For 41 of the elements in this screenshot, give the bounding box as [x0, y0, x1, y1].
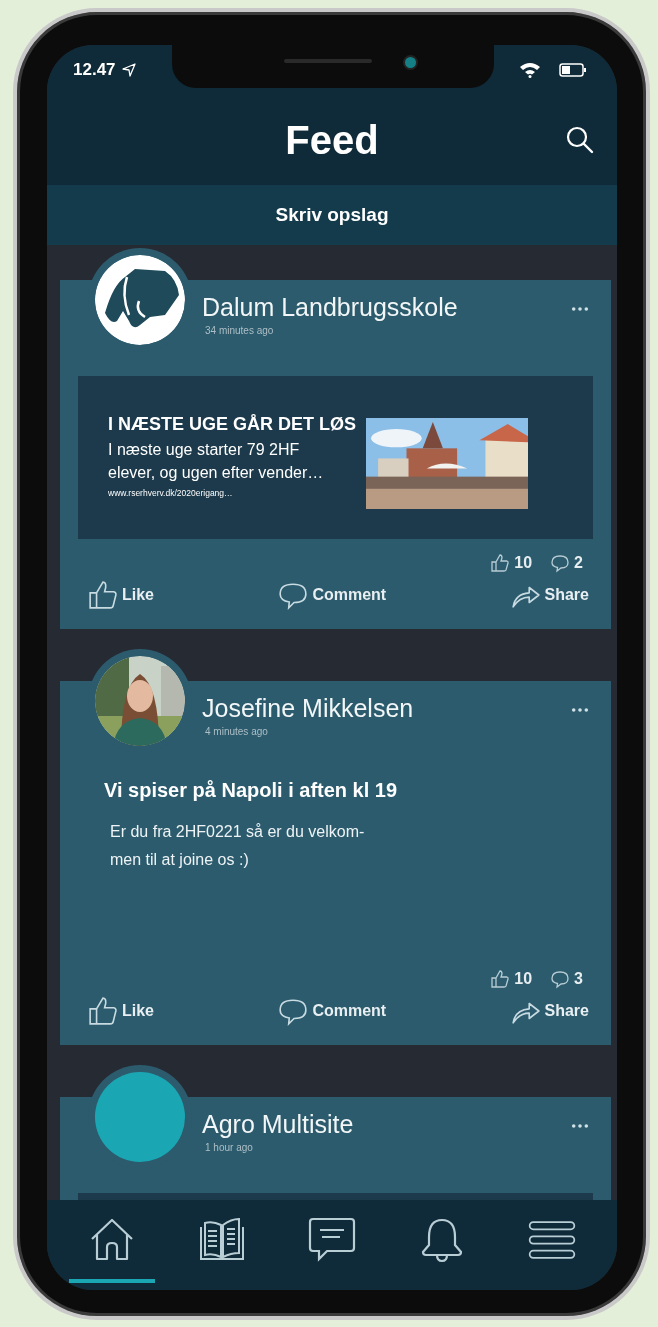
- like-count: 10: [514, 554, 533, 572]
- animal-logo-icon: [95, 255, 185, 345]
- link-summary: I næste uge starter 79 2HF elever, og ugen efter vender…: [108, 440, 324, 483]
- like-count: 10: [514, 970, 533, 988]
- write-post-button[interactable]: Skriv opslag: [47, 185, 617, 245]
- more-icon[interactable]: [571, 306, 589, 312]
- page-title: Feed: [285, 117, 379, 163]
- share-button[interactable]: Share: [510, 996, 589, 1026]
- speech-bubble-icon: [278, 996, 309, 1026]
- author-name: Dalum Landbrugsskole: [202, 292, 458, 322]
- speech-bubble-icon: [550, 553, 571, 573]
- comment-count: 2: [574, 554, 583, 572]
- thumbs-up-icon: [88, 580, 118, 610]
- author-name: Agro Multisite: [202, 1109, 354, 1139]
- speech-bubble-icon: [550, 969, 571, 989]
- post-time: 1 hour ago: [205, 1142, 253, 1153]
- link-title: I NÆSTE UGE GÅR DET LØS: [108, 414, 357, 435]
- author-name: Josefine Mikkelsen: [202, 693, 414, 723]
- post-time: 34 minutes ago: [205, 325, 274, 336]
- comment-count: 3: [574, 970, 583, 988]
- like-button[interactable]: Like: [88, 580, 154, 610]
- search-icon[interactable]: [565, 125, 595, 155]
- thumbs-up-icon: [490, 969, 511, 989]
- thumbs-up-icon: [88, 996, 118, 1026]
- status-time: 12.47: [73, 60, 116, 80]
- share-button[interactable]: Share: [510, 580, 589, 610]
- post-headline: Vi spiser på Napoli i aften kl 19: [104, 779, 398, 802]
- post-text: Er du fra 2HF0221 så er du velkom- men til at joine os :): [110, 822, 365, 870]
- comment-button[interactable]: Comment: [278, 996, 387, 1026]
- wifi-icon: [519, 62, 541, 78]
- more-icon[interactable]: [571, 707, 589, 713]
- link-url: www.rserhverv.dk/2020erigang…: [108, 488, 233, 498]
- link-preview[interactable]: I NÆSTE UGE GÅR DET LØS I næste uge starter 79 2HF elever, og ugen efter vender… www.rserhverv.dk/2020erigang…: [78, 376, 593, 539]
- battery-icon: [559, 63, 587, 77]
- speech-bubble-icon: [278, 580, 309, 610]
- thumbs-up-icon: [490, 553, 511, 573]
- more-icon[interactable]: [571, 1123, 589, 1129]
- location-arrow-icon: [121, 63, 136, 77]
- post-time: 4 minutes ago: [205, 726, 268, 737]
- like-button[interactable]: Like: [88, 996, 154, 1026]
- comment-button[interactable]: Comment: [278, 580, 387, 610]
